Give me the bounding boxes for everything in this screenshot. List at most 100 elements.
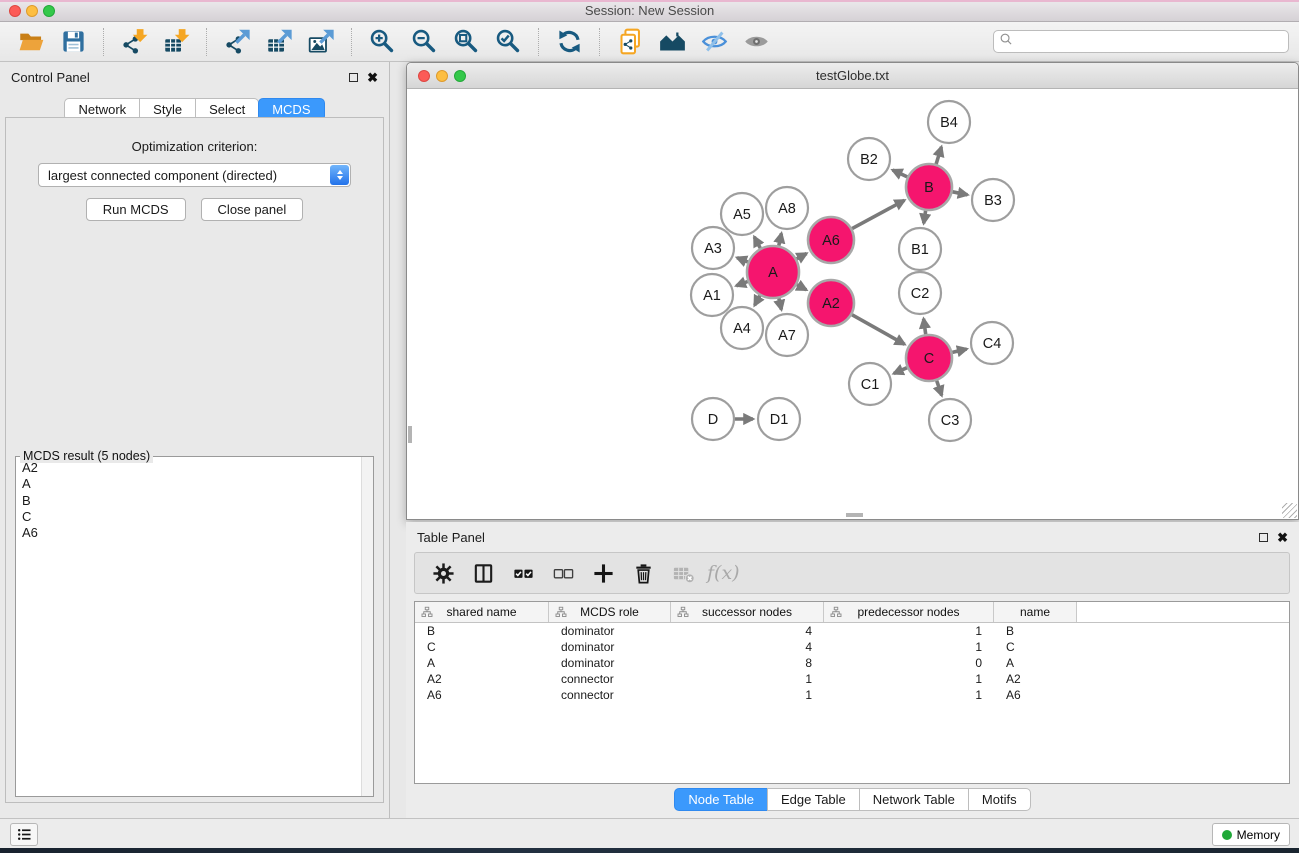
hide-eye-button[interactable] xyxy=(696,25,732,59)
column-header-MCDS-role[interactable]: MCDS role xyxy=(549,602,671,622)
minimize-window-button[interactable] xyxy=(26,5,38,17)
edge-C-C3[interactable] xyxy=(937,381,942,396)
table-row[interactable]: Bdominator41B xyxy=(415,623,1289,639)
column-header-shared-name[interactable]: shared name xyxy=(415,602,549,622)
node-A5[interactable]: A5 xyxy=(721,193,763,235)
result-item[interactable]: A2 xyxy=(22,460,359,476)
result-item[interactable]: A xyxy=(22,476,359,492)
edge-C-C2[interactable] xyxy=(924,319,926,334)
function-builder-button[interactable]: f(x) xyxy=(707,562,740,584)
node-B2[interactable]: B2 xyxy=(848,138,890,180)
table-cell[interactable]: 1 xyxy=(671,688,824,702)
table-cell[interactable]: 4 xyxy=(671,640,824,654)
edge-B-B1[interactable] xyxy=(924,211,926,224)
node-D[interactable]: D xyxy=(692,398,734,440)
node-D1[interactable]: D1 xyxy=(758,398,800,440)
edge-B-B4[interactable] xyxy=(936,147,941,164)
table-cell[interactable]: dominator xyxy=(549,656,671,670)
table-cell[interactable]: B xyxy=(994,624,1077,638)
column-header-name[interactable]: name xyxy=(994,602,1077,622)
network-zoom-button[interactable] xyxy=(454,70,466,82)
node-C[interactable]: C xyxy=(906,335,952,381)
table-cell[interactable]: dominator xyxy=(549,640,671,654)
table-cell[interactable]: connector xyxy=(549,672,671,686)
edge-A-A6[interactable] xyxy=(797,254,807,260)
task-history-button[interactable] xyxy=(10,823,38,846)
edge-A2-C[interactable] xyxy=(852,315,905,345)
table-row[interactable]: A6connector11A6 xyxy=(415,687,1289,703)
tab-motifs[interactable]: Motifs xyxy=(968,788,1031,811)
close-window-button[interactable] xyxy=(9,5,21,17)
result-item[interactable]: B xyxy=(22,493,359,509)
result-item[interactable]: A6 xyxy=(22,525,359,541)
table-cell[interactable]: 1 xyxy=(824,624,994,638)
export-table-button[interactable] xyxy=(261,25,297,59)
table-cell[interactable]: connector xyxy=(549,688,671,702)
delete-table-button[interactable] xyxy=(667,557,699,589)
table-cell[interactable]: 0 xyxy=(824,656,994,670)
node-C2[interactable]: C2 xyxy=(899,272,941,314)
table-cell[interactable]: dominator xyxy=(549,624,671,638)
tab-edge-table[interactable]: Edge Table xyxy=(767,788,860,811)
column-header-predecessor-nodes[interactable]: predecessor nodes xyxy=(824,602,994,622)
tab-network-table[interactable]: Network Table xyxy=(859,788,969,811)
result-item[interactable]: C xyxy=(22,509,359,525)
edge-A-A1[interactable] xyxy=(736,282,747,286)
zoom-fit-button[interactable] xyxy=(448,25,484,59)
node-A2[interactable]: A2 xyxy=(808,280,854,326)
node-A4[interactable]: A4 xyxy=(721,307,763,349)
float-table-panel-icon[interactable] xyxy=(1259,533,1268,542)
result-scrollbar[interactable] xyxy=(361,457,373,796)
deselect-all-button[interactable] xyxy=(547,557,579,589)
node-B3[interactable]: B3 xyxy=(972,179,1014,221)
edge-C-C1[interactable] xyxy=(894,368,907,374)
close-panel-icon[interactable]: ✖ xyxy=(367,71,378,84)
node-C4[interactable]: C4 xyxy=(971,322,1013,364)
node-A8[interactable]: A8 xyxy=(766,187,808,229)
network-window-titlebar[interactable]: testGlobe.txt xyxy=(407,63,1298,89)
table-cell[interactable]: A xyxy=(994,656,1077,670)
table-cell[interactable]: 1 xyxy=(824,640,994,654)
close-table-panel-icon[interactable]: ✖ xyxy=(1277,531,1288,544)
column-header-successor-nodes[interactable]: successor nodes xyxy=(671,602,824,622)
edge-A-A2[interactable] xyxy=(797,285,807,290)
table-cell[interactable]: 1 xyxy=(824,688,994,702)
node-B4[interactable]: B4 xyxy=(928,101,970,143)
export-network-button[interactable] xyxy=(219,25,255,59)
table-cell[interactable]: 8 xyxy=(671,656,824,670)
edge-B-B3[interactable] xyxy=(953,192,968,195)
node-A[interactable]: A xyxy=(747,246,799,298)
node-A1[interactable]: A1 xyxy=(691,274,733,316)
columns-button[interactable] xyxy=(467,557,499,589)
zoom-out-button[interactable] xyxy=(406,25,442,59)
node-B[interactable]: B xyxy=(906,164,952,210)
table-cell[interactable]: A6 xyxy=(415,688,549,702)
add-button[interactable] xyxy=(587,557,619,589)
node-B1[interactable]: B1 xyxy=(899,228,941,270)
run-mcds-button[interactable]: Run MCDS xyxy=(86,198,186,221)
table-cell[interactable]: A6 xyxy=(994,688,1077,702)
zoom-window-button[interactable] xyxy=(43,5,55,17)
search-input[interactable] xyxy=(1015,35,1284,49)
network-canvas[interactable]: B4B2BB3A5A8A6A3B1AA1C2A2A4A7C4CC1C3DD1 xyxy=(408,90,1297,518)
node-A3[interactable]: A3 xyxy=(692,227,734,269)
zoom-selected-button[interactable] xyxy=(490,25,526,59)
edge-A-A5[interactable] xyxy=(754,237,760,248)
edge-A6-B[interactable] xyxy=(852,200,904,228)
edge-B-B2[interactable] xyxy=(893,170,908,177)
open-session-button[interactable] xyxy=(13,25,49,59)
save-session-button[interactable] xyxy=(55,25,91,59)
houses-button[interactable] xyxy=(654,25,690,59)
edge-A-A7[interactable] xyxy=(779,298,782,309)
table-cell[interactable]: 4 xyxy=(671,624,824,638)
table-cell[interactable]: A xyxy=(415,656,549,670)
settings-button[interactable] xyxy=(427,557,459,589)
edge-A-A8[interactable] xyxy=(779,233,782,245)
node-A7[interactable]: A7 xyxy=(766,314,808,356)
vertical-scrollbar-thumb[interactable] xyxy=(408,426,412,443)
show-eye-button[interactable] xyxy=(738,25,774,59)
horizontal-scrollbar-thumb[interactable] xyxy=(846,513,863,517)
network-close-button[interactable] xyxy=(418,70,430,82)
table-cell[interactable]: 1 xyxy=(824,672,994,686)
table-cell[interactable]: A2 xyxy=(415,672,549,686)
